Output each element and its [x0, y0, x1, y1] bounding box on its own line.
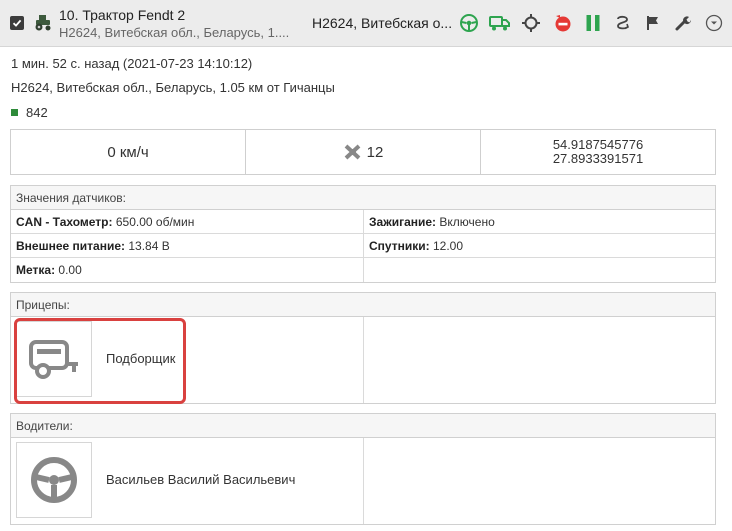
truck-trailer-icon[interactable] [489, 12, 511, 34]
trailers-title: Прицепы: [11, 293, 715, 317]
driver-thumbnail [16, 442, 92, 518]
sensor-cell: Спутники: 12.00 [363, 234, 715, 257]
full-address: Н2624, Витебская обл., Беларусь, 1.05 км… [11, 80, 335, 95]
stats-bar: 0 км/ч 12 54.9187545776 27.8933391571 [10, 129, 716, 175]
route-icon[interactable] [612, 12, 634, 34]
trailer-name: Подборщик [106, 351, 176, 366]
wrench-icon[interactable] [672, 12, 694, 34]
dropdown-icon[interactable] [703, 12, 725, 34]
unit-checkbox[interactable] [10, 16, 24, 30]
satellites-cell: 12 [246, 130, 481, 174]
latitude: 54.9187545776 [552, 137, 644, 152]
locate-icon[interactable] [520, 12, 542, 34]
unit-address: Н2624, Витебская обл., Беларусь, 1.... [59, 25, 290, 40]
no-entry-icon[interactable] [551, 12, 573, 34]
unit-name[interactable]: 10. Трактор Fendt 2 [59, 7, 185, 23]
trailer-thumbnail [16, 321, 92, 397]
sensor-cell [363, 258, 715, 282]
driver-empty-cell [363, 438, 715, 524]
coordinates-cell: 54.9187545776 27.8933391571 [481, 130, 715, 174]
sensor-row: CAN - Тахометр: 650.00 об/мин Зажигание:… [11, 210, 715, 234]
driver-card[interactable]: Васильев Василий Васильевич [11, 438, 363, 524]
header-address: Н2624, Витебская о... [312, 15, 452, 31]
trailers-row: Подборщик [11, 317, 715, 403]
trailer-empty-cell [363, 317, 715, 403]
flag-icon[interactable] [642, 12, 664, 34]
drivers-title: Водители: [11, 414, 715, 438]
sensors-panel: Значения датчиков: CAN - Тахометр: 650.0… [10, 185, 716, 283]
sensor-cell: Внешнее питание: 13.84 В [16, 239, 170, 253]
sensor-cell: Зажигание: Включено [363, 210, 715, 233]
pause-icon[interactable] [582, 12, 604, 34]
sensors-title: Значения датчиков: [11, 186, 715, 210]
driver-name: Васильев Василий Васильевич [106, 472, 296, 487]
drivers-panel: Водители: Васильев Василий Васильевич [10, 413, 716, 525]
speed-cell: 0 км/ч [11, 130, 246, 174]
status-number: 842 [26, 105, 48, 120]
sensor-cell: CAN - Тахометр: 650.00 об/мин [16, 215, 195, 229]
satellite-icon [344, 144, 361, 160]
sensor-cell: Метка: 0.00 [16, 263, 82, 277]
unit-header: 10. Трактор Fendt 2 Н2624, Витебская обл… [0, 0, 732, 47]
check-icon [12, 19, 22, 27]
steering-wheel-icon[interactable] [458, 12, 480, 34]
steering-wheel-icon [31, 457, 77, 503]
sensor-row: Метка: 0.00 [11, 258, 715, 282]
status-value: 842 [11, 105, 48, 120]
speed-value: 0 км/ч [107, 143, 149, 161]
trailer-card[interactable]: Подборщик [11, 317, 363, 403]
last-message-time: 1 мин. 52 с. назад (2021-07-23 14:10:12) [11, 56, 253, 71]
longitude: 27.8933391571 [552, 151, 644, 166]
drivers-row: Васильев Василий Васильевич [11, 438, 715, 524]
tractor-icon [35, 15, 51, 31]
trailer-icon [29, 340, 78, 379]
sensor-row: Внешнее питание: 13.84 В Спутники: 12.00 [11, 234, 715, 258]
status-indicator [11, 109, 18, 116]
satellites-value: 12 [366, 143, 384, 161]
trailers-panel: Прицепы: Подборщик [10, 292, 716, 404]
